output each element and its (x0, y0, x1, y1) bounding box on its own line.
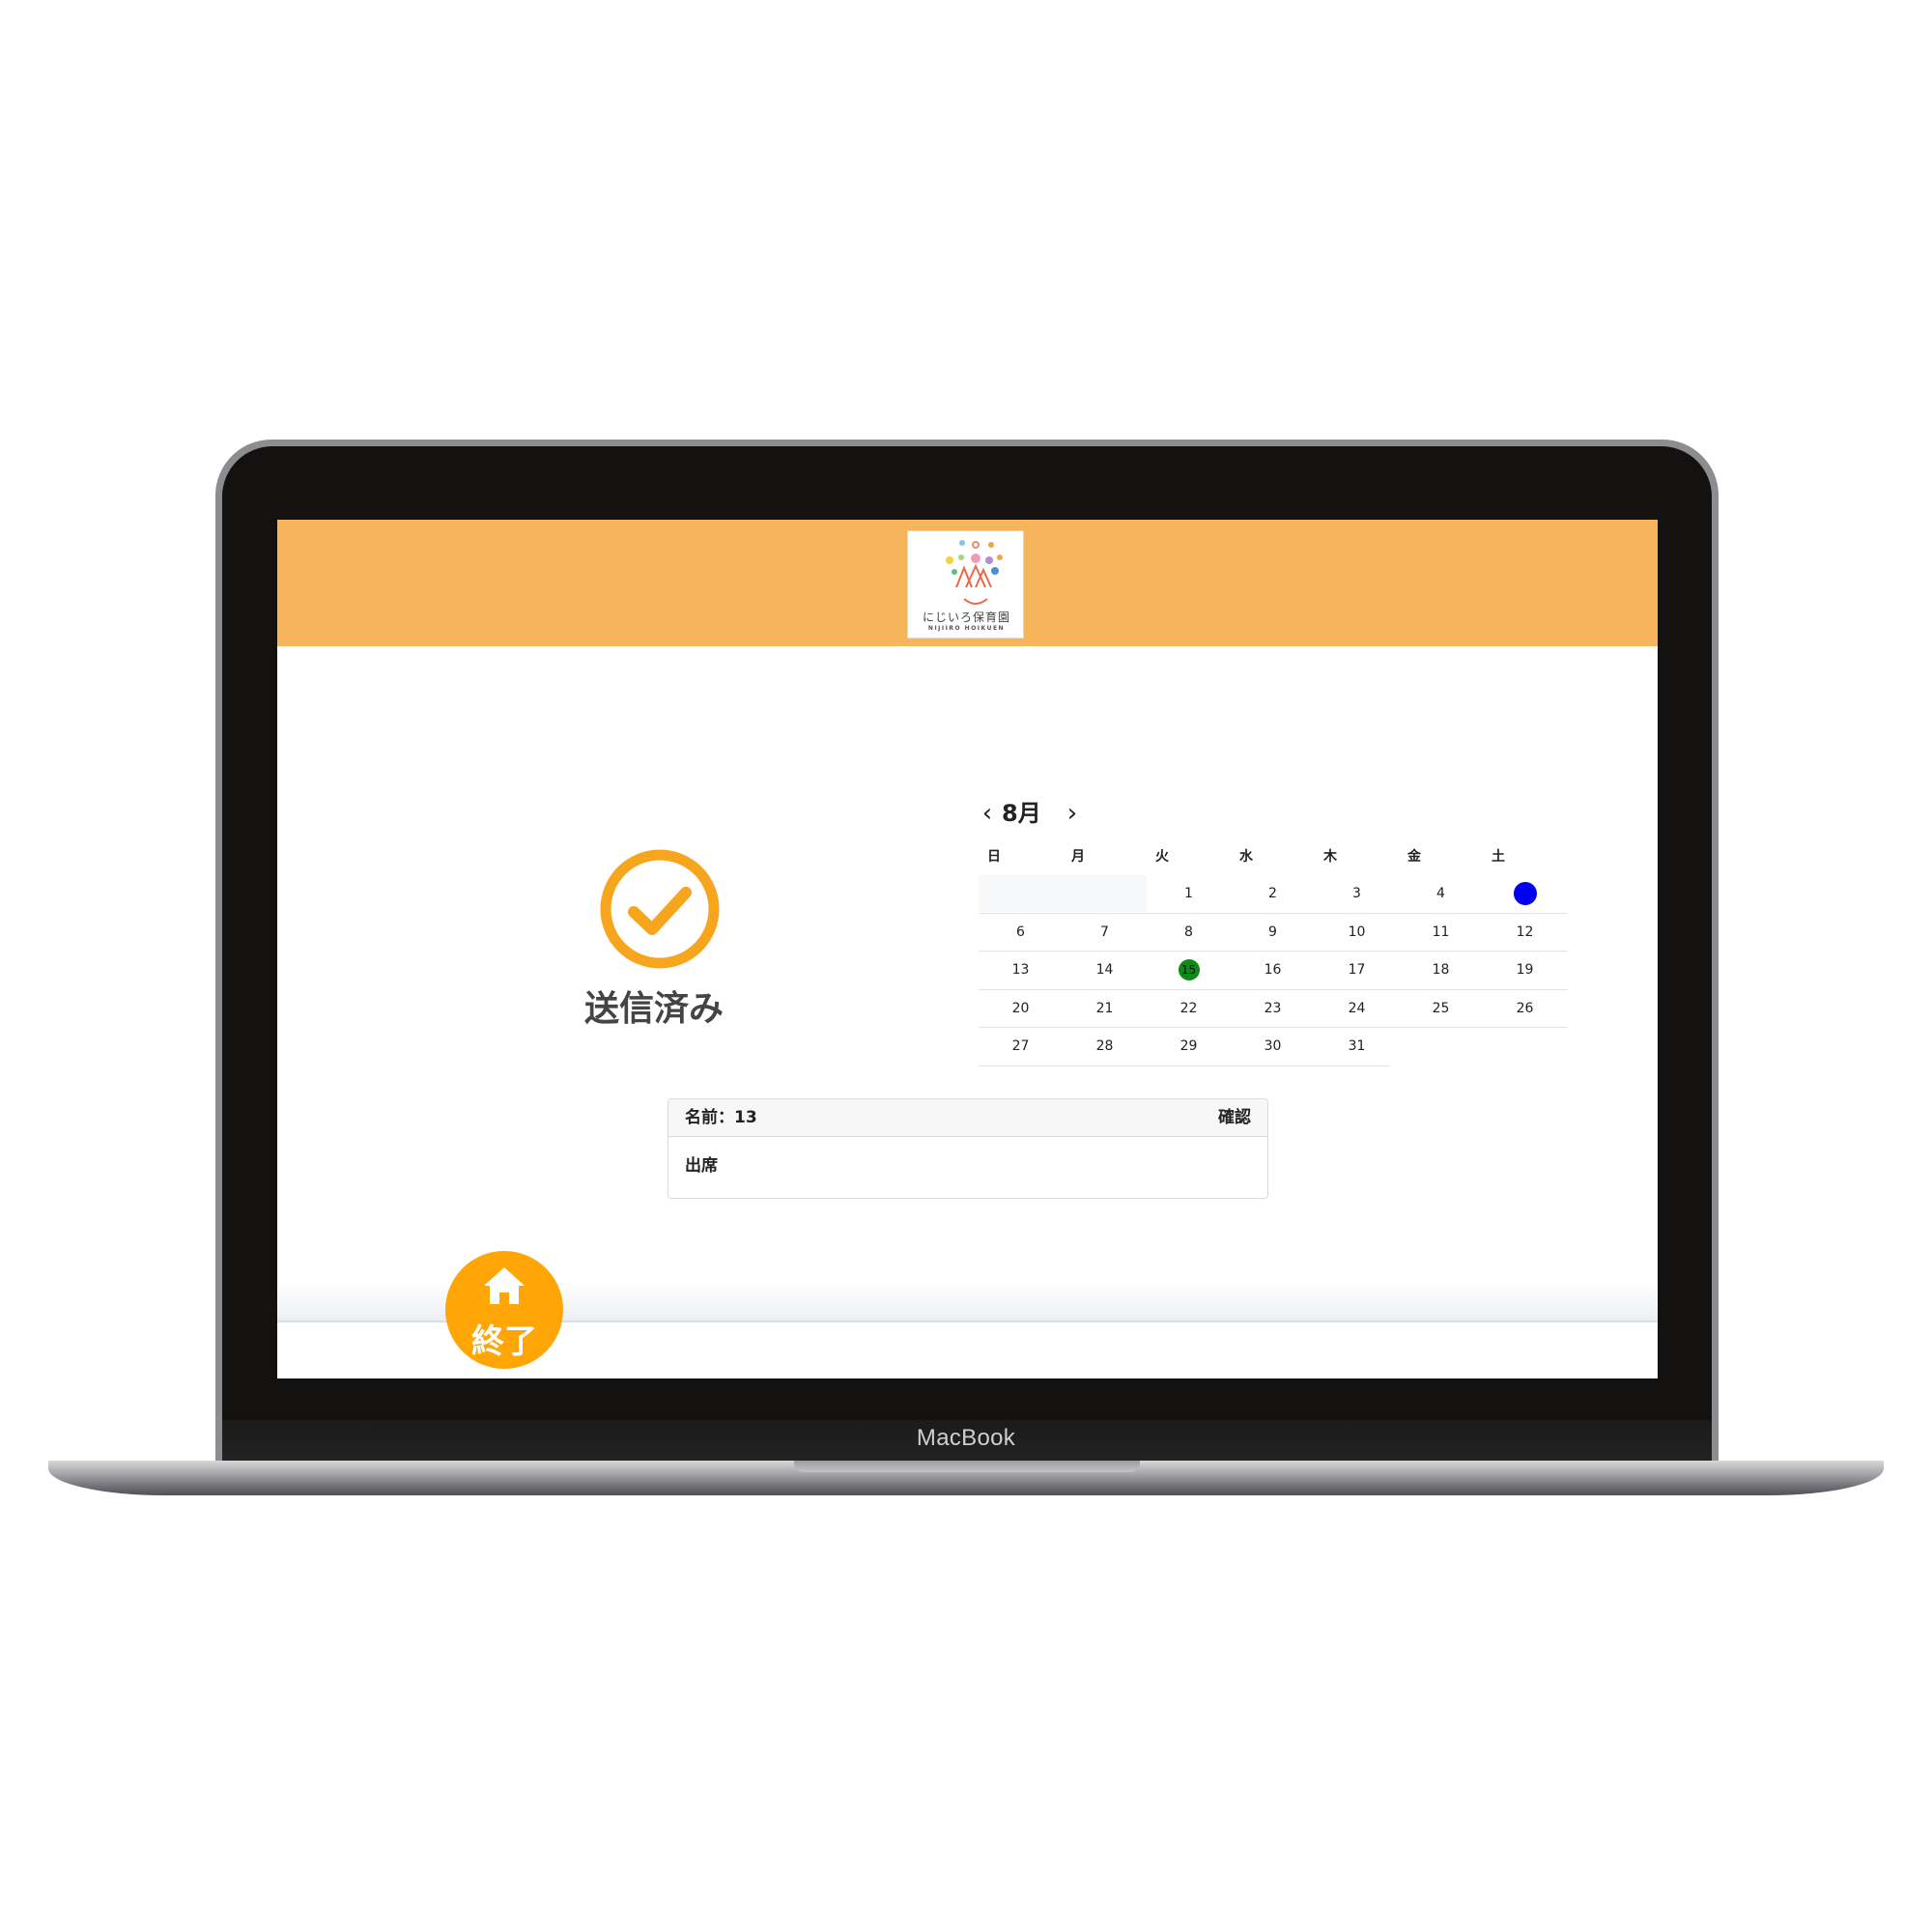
calendar-day-number: 1 (1184, 886, 1193, 901)
calendar-day-number: 15 (1178, 959, 1200, 980)
next-month-button[interactable]: › (1062, 797, 1083, 830)
calendar-day[interactable]: 27 (979, 1028, 1063, 1065)
calendar-day-number: 24 (1348, 1000, 1366, 1016)
weekday-sun: 日 (987, 849, 1001, 865)
calendar-day-number: 29 (1179, 1038, 1198, 1054)
calendar-day-number: 21 (1095, 1000, 1114, 1016)
home-icon (484, 1267, 525, 1304)
calendar-day[interactable]: 17 (1315, 952, 1399, 989)
app-screen: にじいろ保育園 NIJIIRO HOIKUEN 送信済み ‹ 8月 › 日 月 … (277, 520, 1658, 1378)
attendance-card: 名前：13 確認 出席 (668, 1098, 1268, 1199)
calendar-day[interactable]: 10 (1315, 914, 1399, 952)
calendar-day[interactable]: 3 (1315, 875, 1399, 913)
calendar-day[interactable]: 26 (1483, 990, 1567, 1028)
calendar-day-number: 22 (1179, 1000, 1198, 1016)
calendar-day-number: 30 (1264, 1038, 1282, 1054)
calendar-day-number: 7 (1100, 923, 1109, 940)
weekday-thu: 木 (1323, 849, 1337, 865)
calendar-day[interactable]: 21 (1063, 990, 1147, 1028)
calendar-day[interactable]: 29 (1147, 1028, 1231, 1065)
calendar-day-number: 26 (1516, 1000, 1534, 1016)
calendar-grid: 1 2 3 4 6 7 8 9 10 11 12 13 14 15 16 17 18 19 20 21 22 23 24 25… (979, 875, 1568, 1066)
calendar-day-number: 31 (1348, 1038, 1366, 1054)
calendar-day[interactable]: 19 (1483, 952, 1567, 989)
calendar-day-number: 12 (1516, 923, 1534, 940)
calendar-day[interactable]: 18 (1399, 952, 1483, 989)
calendar-day-number: 4 (1436, 886, 1445, 901)
calendar-day-number: 14 (1095, 962, 1114, 978)
calendar-day[interactable]: 13 (979, 952, 1063, 989)
calendar-day-number: 3 (1352, 886, 1361, 901)
logo-text-en: NIJIIRO HOIKUEN (927, 625, 1006, 632)
calendar-day[interactable]: 25 (1399, 990, 1483, 1028)
calendar-day[interactable]: 20 (979, 990, 1063, 1028)
card-header: 名前：13 確認 (668, 1099, 1267, 1137)
weekday-wed: 水 (1239, 849, 1253, 865)
calendar-day[interactable]: 6 (979, 914, 1063, 952)
calendar-day[interactable]: 30 (1231, 1028, 1315, 1065)
weekday-mon: 月 (1071, 849, 1085, 865)
weekday-fri: 金 (1407, 849, 1421, 865)
calendar-day[interactable]: 12 (1483, 914, 1567, 952)
calendar-day-number: 23 (1264, 1000, 1282, 1016)
calendar-day-number: 2 (1268, 886, 1277, 901)
calendar-day-number: 27 (1011, 1038, 1030, 1054)
calendar-day-number: 17 (1348, 962, 1366, 978)
weekday-row: 日 月 火 水 木 金 土 (979, 846, 1568, 867)
calendar-day[interactable]: 2 (1231, 875, 1315, 913)
prev-month-button[interactable]: ‹ (977, 797, 998, 830)
calendar-day[interactable]: 8 (1147, 914, 1231, 952)
calendar-day[interactable] (1483, 875, 1567, 913)
end-button[interactable]: 終了 (445, 1251, 563, 1369)
calendar-day[interactable]: 11 (1399, 914, 1483, 952)
calendar-day-number: 25 (1432, 1000, 1450, 1016)
calendar-empty-cells (979, 875, 1147, 912)
calendar-day-number: 8 (1184, 923, 1193, 940)
calendar-day-number: 13 (1011, 962, 1030, 978)
card-name-label: 名前：13 (685, 1108, 757, 1127)
end-button-label: 終了 (471, 1322, 537, 1361)
calendar-day-number: 6 (1016, 923, 1025, 940)
calendar-day[interactable]: 22 (1147, 990, 1231, 1028)
laptop-notch (794, 1461, 1140, 1472)
calendar-row-divider (979, 1065, 1390, 1066)
calendar-day[interactable]: 24 (1315, 990, 1399, 1028)
calendar-day-number: 11 (1432, 923, 1450, 940)
calendar-day[interactable]: 16 (1231, 952, 1315, 989)
calendar-day-number: 18 (1432, 962, 1450, 978)
calendar-day[interactable]: 28 (1063, 1028, 1147, 1065)
status-text: 送信済み (583, 989, 724, 1029)
calendar-day[interactable]: 7 (1063, 914, 1147, 952)
calendar-day[interactable]: 9 (1231, 914, 1315, 952)
calendar-day[interactable]: 31 (1315, 1028, 1399, 1065)
calendar-day-number (1513, 882, 1537, 905)
confirm-label: 確認 (1218, 1108, 1251, 1127)
check-circle-icon (600, 849, 720, 969)
attendance-status: 出席 (685, 1156, 718, 1176)
logo-text-jp: にじいろ保育園 (922, 611, 1010, 624)
calendar-day-number: 16 (1264, 962, 1282, 978)
calendar-day-number: 28 (1095, 1038, 1114, 1054)
calendar-day[interactable]: 15 (1147, 952, 1231, 989)
calendar-day-number: 10 (1348, 923, 1366, 940)
calendar-day-number: 20 (1011, 1000, 1030, 1016)
device-brand-label: MacBook (916, 1425, 1016, 1451)
logo-mark-icon (946, 540, 1003, 605)
calendar-day-number: 19 (1516, 962, 1534, 978)
weekday-tue: 火 (1155, 849, 1169, 865)
calendar-day[interactable]: 23 (1231, 990, 1315, 1028)
calendar-day[interactable]: 1 (1147, 875, 1231, 913)
month-label: 8月 (1002, 800, 1041, 827)
calendar-day[interactable]: 4 (1399, 875, 1483, 913)
nursery-logo: にじいろ保育園 NIJIIRO HOIKUEN (907, 530, 1024, 639)
calendar-day-number: 9 (1268, 923, 1277, 940)
calendar-day[interactable]: 14 (1063, 952, 1147, 989)
app-header: にじいろ保育園 NIJIIRO HOIKUEN (277, 520, 1658, 646)
weekday-sat: 土 (1492, 849, 1505, 865)
